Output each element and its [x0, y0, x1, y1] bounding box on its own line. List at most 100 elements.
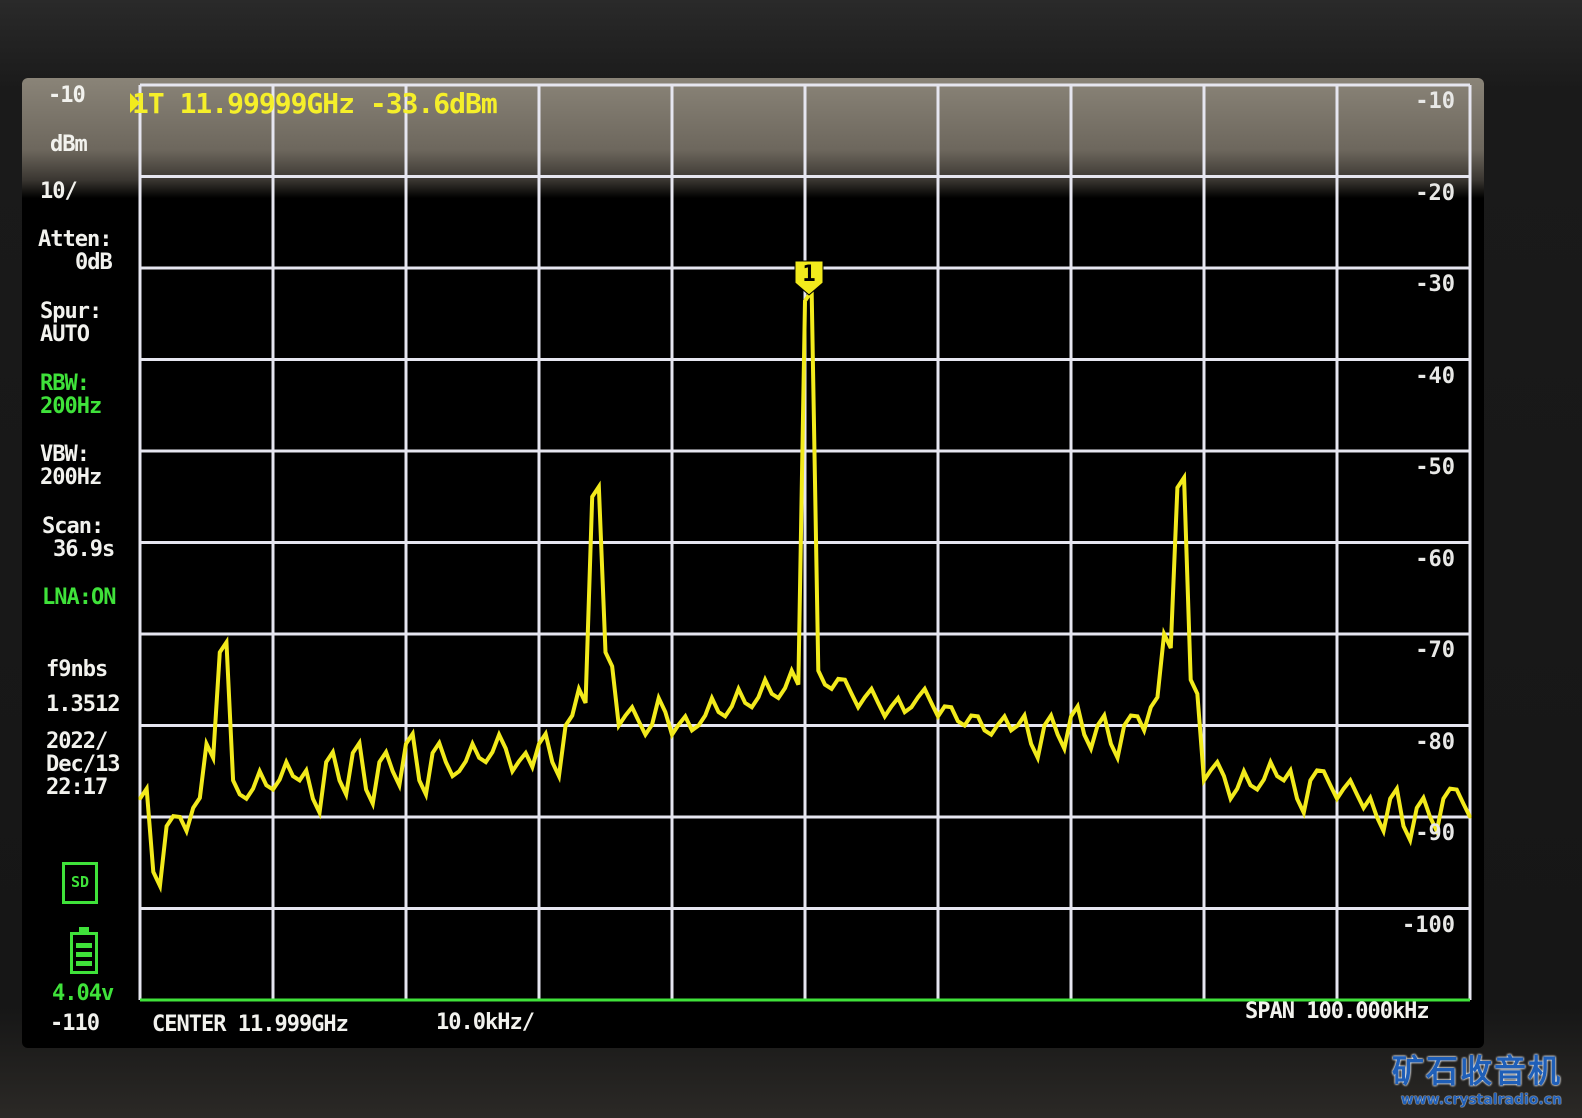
trace-point	[431, 751, 435, 755]
trace-point	[1269, 760, 1272, 764]
trace-point	[1029, 742, 1033, 746]
trace-point	[737, 687, 740, 691]
scan-label: Scan:	[42, 514, 104, 539]
trace-point	[630, 705, 634, 709]
bottom-level: -110	[50, 1011, 100, 1036]
scan-value: 36.9s	[53, 537, 115, 562]
trace-point	[271, 788, 275, 792]
atten-value: 0dB	[75, 250, 113, 275]
trace-point	[1056, 733, 1060, 737]
marker-readout: 1T 11.99999GHz -33.6dBm	[132, 87, 498, 120]
y-tick-label: -60	[1415, 546, 1455, 572]
trace-point	[351, 751, 355, 755]
sd-icon-text: SD	[70, 873, 90, 891]
spectrum-plot: 1	[130, 83, 1472, 1002]
trace-point	[976, 714, 980, 718]
trace-point	[1335, 797, 1339, 801]
date-year: 2022/	[46, 729, 108, 754]
trace-point	[896, 696, 900, 700]
spur-value: AUTO	[40, 322, 90, 347]
y-tick-label: -50	[1415, 455, 1455, 480]
trace-point	[324, 760, 328, 764]
trace-point	[1375, 815, 1379, 819]
trace-point	[790, 669, 794, 673]
time-label: 22:17	[46, 775, 108, 800]
trace-point	[338, 778, 341, 782]
trace-point	[617, 724, 621, 727]
trace-point	[298, 778, 302, 782]
y-tick-label: -100	[1402, 912, 1455, 938]
y-tick-label: -70	[1415, 638, 1455, 663]
trace-point	[1441, 797, 1445, 801]
trace-point	[963, 724, 967, 727]
trace-point	[883, 714, 887, 718]
trace-point	[1322, 769, 1326, 773]
trace-point	[1162, 632, 1166, 636]
trace-point	[1069, 714, 1073, 718]
trace-point	[404, 742, 408, 746]
trace-point	[231, 778, 235, 782]
battery-icon	[70, 927, 98, 974]
watermark-url: www.crystalradio.cn	[1400, 1092, 1562, 1108]
trace-point	[763, 678, 767, 682]
trace-point	[1455, 788, 1459, 792]
trace-point	[577, 687, 581, 691]
trace-point	[1122, 724, 1126, 727]
trace-point	[205, 742, 208, 746]
trace-point	[218, 650, 222, 654]
trace-point	[258, 769, 262, 773]
trace-point	[1468, 815, 1472, 819]
trace-point	[1096, 724, 1100, 727]
trace-point	[1016, 724, 1020, 727]
trace-point	[364, 788, 368, 792]
y-tick-label: -30	[1415, 272, 1455, 297]
trace-point	[750, 705, 754, 709]
trace-point	[1189, 678, 1193, 682]
trace-point	[311, 797, 315, 801]
trace-point	[284, 760, 288, 764]
trace-point	[1362, 806, 1366, 810]
trace-point	[497, 733, 501, 737]
trace-point	[870, 687, 873, 691]
trace-point	[989, 733, 993, 737]
trace-point	[1175, 486, 1179, 490]
rbw-value[interactable]: 200Hz	[40, 395, 102, 418]
center-frequency[interactable]: CENTER 11.999GHz	[152, 1013, 349, 1036]
trace-point	[564, 724, 568, 727]
trace-point	[457, 769, 461, 773]
trace-point	[537, 742, 541, 746]
trace-point	[1308, 778, 1312, 782]
trace-point	[1242, 769, 1246, 773]
trace-point	[1202, 778, 1206, 782]
trace-point	[856, 705, 860, 709]
trace-point	[803, 299, 807, 303]
trace-point	[1215, 760, 1219, 764]
lna-status[interactable]: LNA:ON	[42, 586, 116, 609]
rbw-label[interactable]: RBW:	[40, 372, 90, 395]
trace-point	[1428, 815, 1432, 819]
trace-point	[923, 687, 927, 691]
trace-point	[1003, 714, 1006, 718]
marker-label: 1	[802, 262, 815, 287]
trace-point	[670, 733, 674, 737]
trace-point	[191, 806, 195, 810]
trace-point	[643, 733, 647, 737]
trace-point	[1295, 797, 1299, 801]
trace-point	[830, 687, 834, 691]
trace-point	[604, 650, 607, 654]
trace-point	[524, 751, 528, 755]
trace-point	[1149, 705, 1153, 709]
trace-point	[484, 760, 488, 764]
watermark-cn: 矿石收音机	[1391, 1052, 1562, 1090]
trace-point	[138, 797, 142, 801]
trace-point	[909, 705, 913, 709]
vbw-label: VBW:	[40, 442, 90, 467]
trace-point	[590, 495, 594, 499]
trace-point	[510, 769, 514, 773]
span-label[interactable]: SPAN 100.000kHz	[1245, 1000, 1430, 1023]
trace-point	[843, 678, 847, 682]
y-tick-label: -80	[1415, 729, 1455, 755]
trace-point	[1282, 778, 1286, 782]
trace-point	[683, 714, 687, 718]
trace-point	[178, 815, 182, 819]
